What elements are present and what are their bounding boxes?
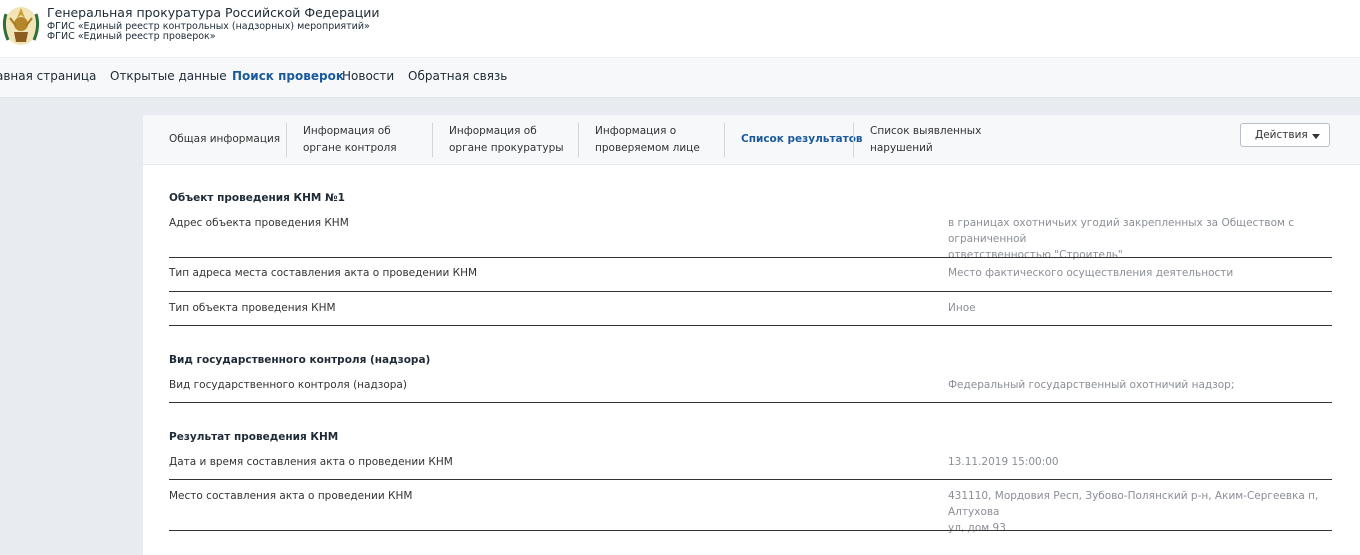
field-value-object-address: в границах охотничьих угодий закрепленны… (948, 215, 1333, 263)
tab-separator (853, 123, 854, 157)
tab-separator (286, 123, 287, 157)
tab-label: Общая информация (169, 133, 281, 145)
field-label-act-datetime: Дата и время составления акта о проведен… (169, 456, 453, 468)
field-label-act-place: Место составления акта о проведении КНМ (169, 490, 413, 502)
row-divider (169, 530, 1332, 531)
main-nav: авная страница Открытые данные Поиск про… (0, 58, 1360, 98)
field-value-act-datetime: 13.11.2019 15:00:00 (948, 456, 1059, 468)
section-title-control-type: Вид государственного контроля (надзора) (169, 354, 431, 366)
tab-label-line2: органе прокуратуры (449, 142, 564, 154)
tab-prosecutor-office[interactable]: Информация об органе прокуратуры (449, 123, 564, 157)
nav-item-news[interactable]: Новости (342, 69, 394, 83)
field-label-object-address: Адрес объекта проведения КНМ (169, 217, 349, 229)
tab-label-line2: органе контроля (303, 142, 397, 154)
tab-label-line1: Информация о (595, 125, 677, 137)
nav-item-open-data[interactable]: Открытые данные (110, 69, 227, 83)
row-divider (169, 291, 1332, 292)
tab-label-line1: Список выявленных (870, 125, 982, 137)
tab-separator (724, 123, 725, 157)
row-divider (169, 402, 1332, 403)
nav-item-search-inspections[interactable]: Поиск проверок (232, 69, 344, 83)
tab-separator (578, 123, 579, 157)
tab-label-line1: Информация об (303, 125, 391, 137)
prosecutor-emblem-icon (2, 7, 40, 45)
value-line2: ул, дом 93 (948, 522, 1006, 534)
actions-label: Действия (1255, 129, 1308, 141)
field-value-control-type: Федеральный государственный охотничий на… (948, 379, 1235, 391)
tab-inspected-entity[interactable]: Информация о проверяемом лице (595, 123, 700, 157)
tab-control-body[interactable]: Информация об органе контроля (303, 123, 397, 157)
tab-separator (432, 123, 433, 157)
tab-violations-list[interactable]: Список выявленных нарушений (870, 123, 981, 157)
tab-general-info[interactable]: Общая информация (169, 131, 280, 165)
value-line1: в границах охотничьих угодий закрепленны… (948, 217, 1295, 245)
field-label-control-type: Вид государственного контроля (надзора) (169, 379, 407, 391)
site-header: Генеральная прокуратура Российской Федер… (0, 0, 1360, 58)
value-line2: ответственностью "Строитель" (948, 249, 1123, 261)
org-title: Генеральная прокуратура Российской Федер… (47, 5, 380, 20)
section-title-object: Объект проведения КНМ №1 (169, 192, 345, 204)
value-line1: 431110, Мордовия Респ, Зубово-Полянский … (948, 490, 1319, 518)
row-divider (169, 325, 1332, 326)
field-label-object-type: Тип объекта проведения КНМ (169, 302, 336, 314)
field-value-address-type: Место фактического осуществления деятель… (948, 267, 1234, 279)
row-divider (169, 479, 1332, 480)
field-value-act-place: 431110, Мордовия Респ, Зубово-Полянский … (948, 488, 1333, 536)
inspection-details-panel: Общая информация Информация об органе ко… (143, 115, 1360, 555)
nav-item-feedback[interactable]: Обратная связь (408, 69, 507, 83)
tab-label-line2: проверяемом лице (595, 142, 700, 154)
nav-item-home[interactable]: авная страница (0, 69, 96, 83)
tab-label: Список результатов (741, 133, 863, 145)
actions-dropdown-button[interactable]: Действия (1240, 123, 1330, 147)
tab-label-line2: нарушений (870, 142, 933, 154)
chevron-down-icon (1312, 134, 1320, 139)
tab-label-line1: Информация об (449, 125, 537, 137)
row-divider (169, 257, 1332, 258)
details-tabs: Общая информация Информация об органе ко… (143, 115, 1360, 165)
field-value-object-type: Иное (948, 302, 976, 314)
section-title-result: Результат проведения КНМ (169, 431, 339, 443)
tab-results-list[interactable]: Список результатов (741, 131, 863, 165)
field-label-address-type: Тип адреса места составления акта о пров… (169, 267, 478, 279)
system-subtitle-inspections: ФГИС «Единый реестр проверок» (47, 31, 216, 42)
